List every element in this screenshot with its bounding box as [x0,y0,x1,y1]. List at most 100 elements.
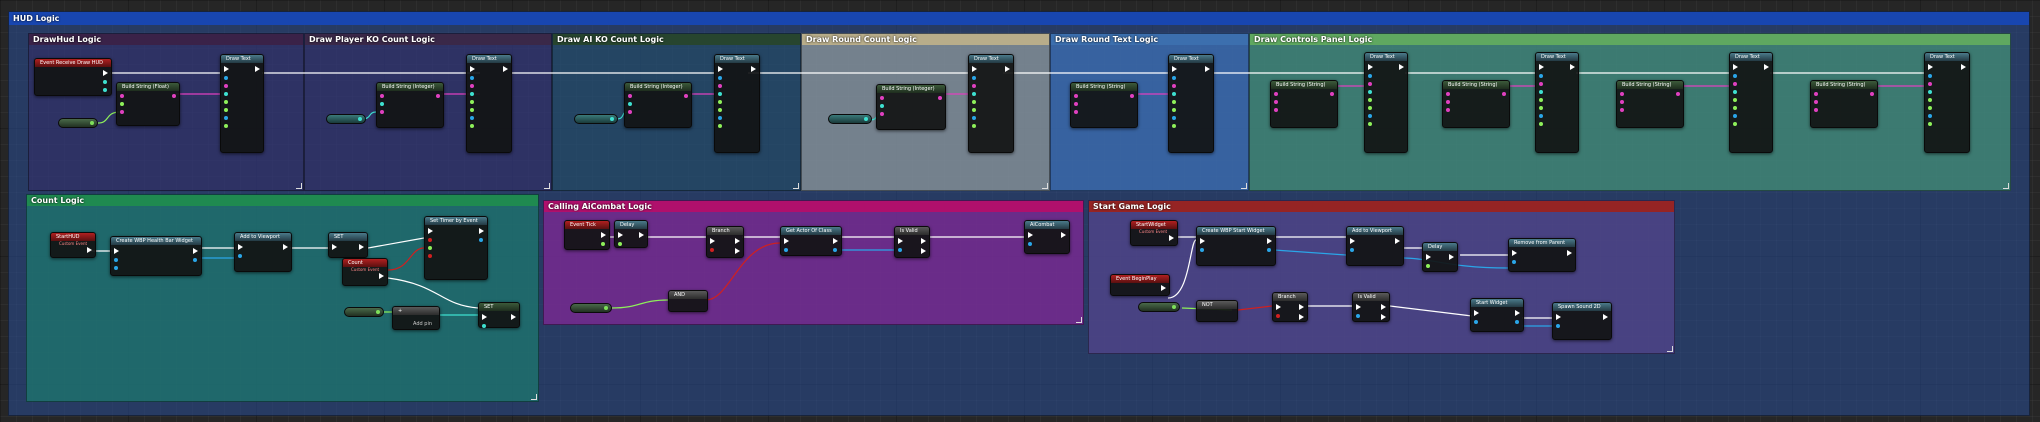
node-title: StartHUD [51,233,95,241]
node-title: Add to Viewport [1347,227,1403,235]
event-tick-node[interactable]: Event Tick [564,220,610,250]
node-title: Build String (String) [1271,81,1337,89]
node-title: Is Valid [895,227,929,235]
comment-title: Draw Round Text Logic [1051,34,1248,45]
node-title: Build String (String) [1071,83,1137,91]
resize-grip[interactable] [793,183,799,189]
draw-text-node-8[interactable]: Draw Text [1729,52,1773,153]
node-title: Count [343,259,387,267]
node-title: Event Tick [565,221,609,229]
comment-title: Calling AiCombat Logic [544,201,1083,212]
comment-title: Start Game Logic [1089,201,1674,212]
node-subtitle: Custom Event [1139,229,1168,234]
resize-grip[interactable] [1241,183,1247,189]
draw-text-node-1[interactable]: Draw Text [220,54,264,153]
set-node-2[interactable]: SET [478,302,520,328]
draw-text-node-5[interactable]: Draw Text [1168,54,1214,153]
node-title: Create WBP Health Bar Widget [111,237,201,245]
node-title: Event BeginPlay [1111,275,1169,283]
comment-title: Draw Controls Panel Logic [1250,34,2010,45]
spawn-sound-2d-node[interactable]: Spawn Sound 2D [1552,302,1612,340]
add-node[interactable]: + Add pin [392,306,440,330]
add-pin-label[interactable]: Add pin [413,321,432,327]
score-variable[interactable] [58,118,98,128]
draw-text-node-3[interactable]: Draw Text [714,54,760,153]
draw-text-node-7[interactable]: Draw Text [1535,52,1579,153]
build-string-string-node-4[interactable]: Build String (String) [1616,80,1684,128]
build-string-string-node-5[interactable]: Build String (String) [1810,80,1878,128]
event-begin-play-node[interactable]: Event BeginPlay [1110,274,1170,296]
branch-node[interactable]: Branch [706,226,744,258]
build-string-integer-node-2[interactable]: Build String (Integer) [624,82,692,128]
node-title: Build String (String) [1443,81,1509,89]
comment-title: DrawHud Logic [29,34,303,45]
build-string-string-node-1[interactable]: Build String (String) [1070,82,1138,128]
comment-title: Count Logic [27,195,538,206]
node-title: Spawn Sound 2D [1553,303,1611,311]
node-title: Start Widget [1471,299,1523,307]
comment-title: Draw Player KO Count Logic [305,34,551,45]
node-title: NOT [1197,301,1237,309]
boolean-variable[interactable] [570,303,612,313]
draw-text-node-6[interactable]: Draw Text [1364,52,1408,153]
set-node-1[interactable]: SET [328,232,368,258]
start-widget-event-node[interactable]: StartWidget Custom Event [1130,220,1178,246]
node-title: AND [669,291,707,299]
build-string-string-node-3[interactable]: Build String (String) [1442,80,1510,128]
node-title: Draw Text [467,55,511,63]
is-valid-node-1[interactable]: Is Valid [894,226,930,258]
start-hud-event-node[interactable]: StartHUD Custom Event [50,232,96,258]
event-receive-draw-hud-node[interactable]: Event Receive Draw HUD [34,58,112,96]
node-title: Create WBP Start Widget [1197,227,1275,235]
node-title: Remove from Parent [1509,239,1575,247]
build-string-integer-node-1[interactable]: Build String (Integer) [376,82,444,128]
resize-grip[interactable] [1667,346,1673,352]
add-to-viewport-node-1[interactable]: Add to Viewport [234,232,292,272]
node-title: Build String (Integer) [625,83,691,91]
start-widget-node[interactable]: Start Widget [1470,298,1524,332]
draw-text-node-9[interactable]: Draw Text [1924,52,1970,153]
delay-node-2[interactable]: Delay [1422,242,1458,272]
round-count-variable[interactable] [828,114,872,124]
node-title: Build String (Float) [117,83,179,91]
build-string-float-node[interactable]: Build String (Float) [116,82,180,126]
player-ko-variable[interactable] [326,114,366,124]
branch-node-2[interactable]: Branch [1272,292,1308,322]
comment-title: Draw Round Count Logic [802,34,1049,45]
node-title: Build String (String) [1617,81,1683,89]
resize-grip[interactable] [2003,183,2009,189]
comment-title: HUD Logic [9,12,2029,25]
start-bool-variable[interactable] [1138,302,1180,312]
delay-node[interactable]: Delay [614,220,648,248]
remove-from-parent-node[interactable]: Remove from Parent [1508,238,1576,272]
not-boolean-node[interactable]: NOT [1196,300,1238,322]
node-title: Delay [615,221,647,229]
is-valid-node-2[interactable]: Is Valid [1352,292,1390,322]
draw-text-node-2[interactable]: Draw Text [466,54,512,153]
count-event-node[interactable]: Count Custom Event [342,258,388,286]
count-variable[interactable] [344,307,384,317]
create-wbp-health-bar-widget-node[interactable]: Create WBP Health Bar Widget [110,236,202,276]
comment-aicombat[interactable]: Calling AiCombat Logic [543,200,1084,325]
draw-text-node-4[interactable]: Draw Text [968,54,1014,153]
node-title: Add to Viewport [235,233,291,241]
get-actor-of-class-node[interactable]: Get Actor Of Class [780,226,842,256]
resize-grip[interactable] [544,183,550,189]
node-title: AiCombat [1025,221,1069,229]
resize-grip[interactable] [531,394,537,400]
ai-ko-variable[interactable] [574,114,618,124]
ai-combat-node[interactable]: AiCombat [1024,220,1070,254]
build-string-integer-node-3[interactable]: Build String (Integer) [876,84,946,130]
node-title: Draw Text [1365,53,1407,61]
resize-grip[interactable] [1076,317,1082,323]
create-wbp-start-widget-node[interactable]: Create WBP Start Widget [1196,226,1276,266]
node-subtitle: Custom Event [351,267,380,272]
and-boolean-node[interactable]: AND [668,290,708,312]
node-title: Branch [707,227,743,235]
node-title: Draw Text [1169,55,1213,63]
resize-grip[interactable] [1042,183,1048,189]
resize-grip[interactable] [296,183,302,189]
build-string-string-node-2[interactable]: Build String (String) [1270,80,1338,128]
set-timer-by-event-node[interactable]: Set Timer by Event [424,216,488,280]
add-to-viewport-node-2[interactable]: Add to Viewport [1346,226,1404,266]
